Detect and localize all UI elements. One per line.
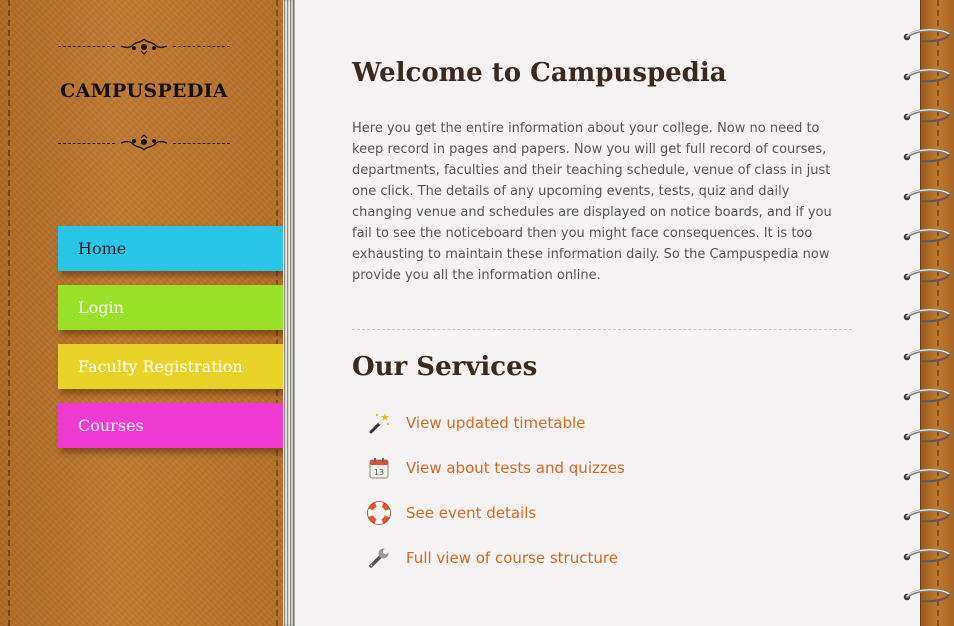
intro-paragraph: Here you get the entire information abou… <box>352 121 832 283</box>
spiral-ring <box>902 68 952 83</box>
spiral-ring <box>902 588 952 603</box>
spiral-ring <box>902 548 952 563</box>
calendar-day-label: 13 <box>374 468 384 477</box>
main-page: Welcome to Campuspedia Here you get the … <box>295 0 920 626</box>
services-heading: Our Services <box>352 352 538 382</box>
wrench-icon <box>367 546 391 570</box>
main-nav: Home Login Faculty Registration Courses <box>58 226 293 462</box>
service-item-course-structure: Full view of course structure <box>367 544 618 572</box>
service-link-events[interactable]: See event details <box>406 504 536 522</box>
spiral-ring <box>902 388 952 403</box>
nav-courses-tab[interactable]: Courses <box>58 403 285 448</box>
flourish-icon <box>120 134 168 151</box>
nav-home-tab[interactable]: Home <box>58 226 293 271</box>
bottom-ornament <box>58 133 230 153</box>
spiral-ring <box>902 508 952 523</box>
cover-stitching-left <box>8 0 10 626</box>
flourish-icon <box>120 38 168 55</box>
calendar-icon: 13 <box>367 456 391 480</box>
service-link-timetable[interactable]: View updated timetable <box>406 414 585 432</box>
spiral-ring <box>902 268 952 283</box>
service-link-tests[interactable]: View about tests and quizzes <box>406 459 625 477</box>
spiral-ring <box>902 188 952 203</box>
spiral-ring <box>902 348 952 363</box>
spiral-ring <box>902 468 952 483</box>
brand-name: CAMPUSPEDIA <box>60 80 228 102</box>
section-divider <box>352 329 852 330</box>
nav-login-tab[interactable]: Login <box>58 285 292 330</box>
spiral-ring <box>902 308 952 323</box>
top-ornament <box>58 36 230 56</box>
service-item-events: See event details <box>367 499 536 527</box>
service-item-timetable: View updated timetable <box>367 409 585 437</box>
lifebuoy-icon <box>367 501 391 525</box>
page-title: Welcome to Campuspedia <box>352 58 727 88</box>
spiral-ring <box>902 428 952 443</box>
nav-faculty-registration-tab[interactable]: Faculty Registration <box>58 344 289 389</box>
service-link-course-structure[interactable]: Full view of course structure <box>406 549 618 567</box>
leather-cover: CAMPUSPEDIA Home Login Faculty Registrat… <box>0 0 293 626</box>
spiral-ring <box>902 228 952 243</box>
magic-wand-icon <box>367 411 391 435</box>
spiral-ring <box>902 108 952 123</box>
spiral-ring <box>902 148 952 163</box>
service-item-tests: 13 View about tests and quizzes <box>367 454 625 482</box>
spiral-ring <box>902 28 952 43</box>
page-edges <box>283 0 295 626</box>
